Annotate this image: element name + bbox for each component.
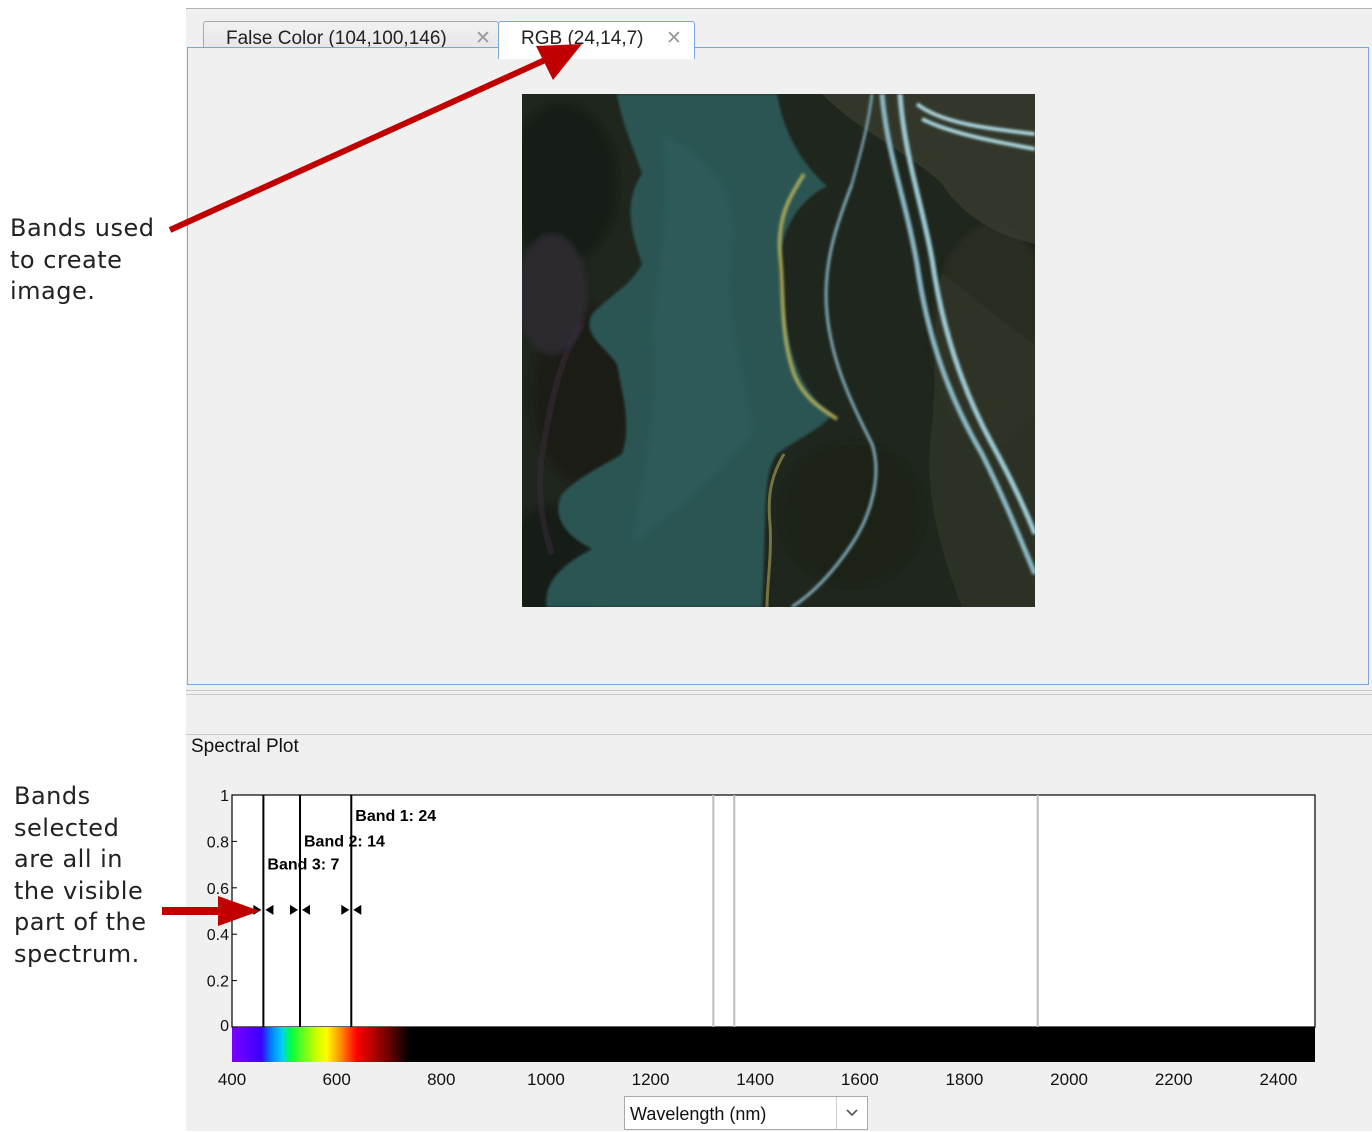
y-tick-label: 0.2 [207,974,229,991]
y-tick-label: 0 [220,1018,229,1035]
x-axis-unit-select[interactable]: Wavelength (nm) [624,1096,868,1130]
x-tick-label: 1400 [736,1070,774,1089]
x-tick-label: 2400 [1259,1070,1297,1089]
x-tick-label: 400 [218,1070,246,1089]
tab-rgb[interactable]: RGB (24,14,7) ✕ [498,21,695,59]
x-tick-label: 1800 [946,1070,984,1089]
x-tick-label: 1000 [527,1070,565,1089]
spectral-plot-title: Spectral Plot [191,736,303,758]
spectral-plot-chart: 0 0.2 0.4 0.6 0.8 1 400 600 800 1000 1200 1400 1600… [207,788,1316,1089]
x-tick-label: 800 [427,1070,455,1089]
plot-area [231,794,1316,1028]
x-tick-label: 2200 [1155,1070,1193,1089]
annotation-bands-selected: Bands selected are all in the visible pa… [14,782,147,968]
band-label: Band 2: 14 [304,833,385,850]
x-tick-label: 600 [322,1070,350,1089]
y-tick-label: 0.4 [207,927,229,944]
y-tick-label: 0.8 [207,834,229,851]
chevron-down-icon[interactable] [836,1097,867,1129]
x-axis-unit-value: Wavelength (nm) [630,1104,767,1124]
close-icon[interactable]: ✕ [666,27,682,50]
band-label: Band 1: 24 [355,808,436,825]
x-tick-label: 2000 [1050,1070,1088,1089]
y-tick-label: 0.6 [207,881,229,898]
tab-label: RGB (24,14,7) [521,28,644,49]
spectrum-bar-visible [232,1027,410,1062]
hyperspectral-rgb-image [522,94,1035,607]
x-tick-label: 1600 [841,1070,879,1089]
tab-strip: False Color (104,100,146) ✕ RGB (24,14,7… [186,8,1372,59]
x-tick-label: 1200 [632,1070,670,1089]
panel-splitter[interactable] [186,690,1372,695]
y-tick-label: 1 [220,788,229,805]
band-label: Band 3: 7 [267,857,339,874]
image-viewer [187,47,1369,685]
annotation-bands-used: Bands used to create image. [10,214,155,305]
